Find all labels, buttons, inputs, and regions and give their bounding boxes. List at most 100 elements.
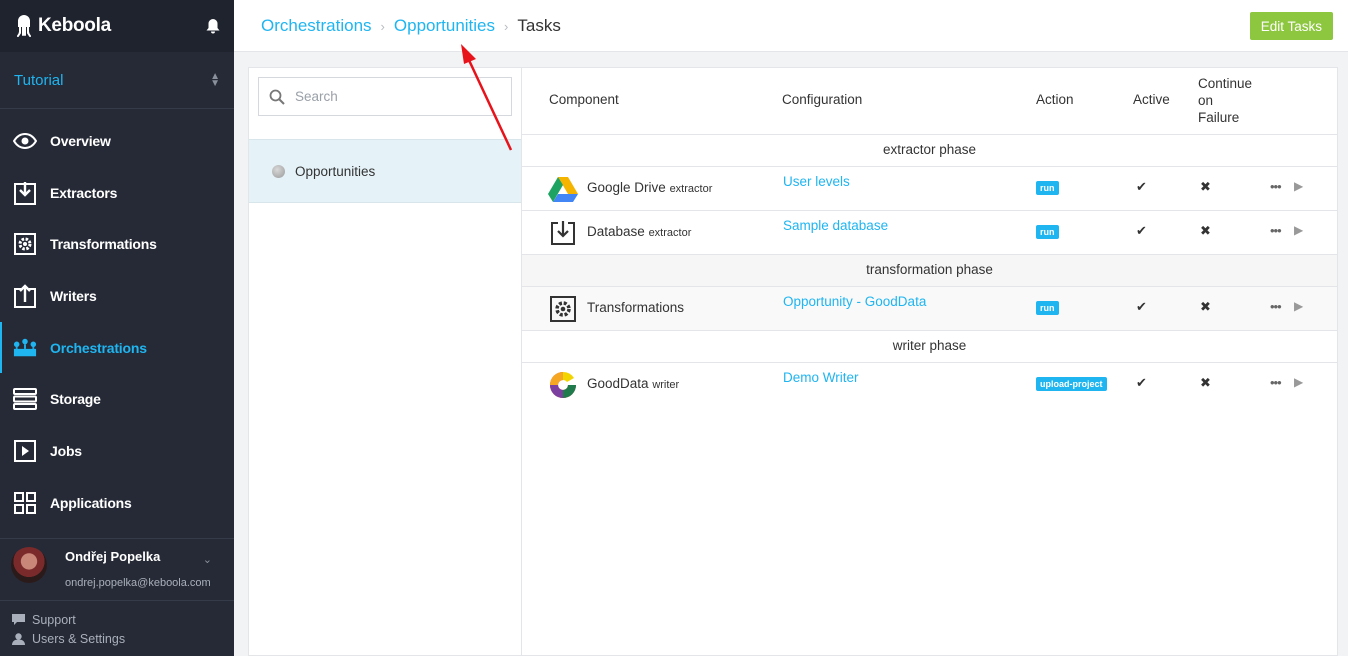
component-name[interactable]: Transformations <box>587 300 684 315</box>
extract-icon <box>13 181 37 205</box>
settings-label: Users & Settings <box>32 631 126 646</box>
component-name[interactable]: GoodData writer <box>587 376 679 391</box>
col-continue-l2: on <box>1198 93 1214 108</box>
action-badge: run <box>1036 181 1059 195</box>
cross-icon: ✖ <box>1200 299 1211 314</box>
user-icon <box>12 632 25 645</box>
breadcrumb-orchestrations[interactable]: Orchestrations <box>261 16 372 35</box>
table-row: Transformations Opportunity - GoodData r… <box>522 287 1337 331</box>
nav-item-jobs[interactable]: Jobs <box>0 425 234 477</box>
user-menu[interactable]: Ondřej Popelka ondrej.popelka@keboola.co… <box>0 538 234 601</box>
edit-tasks-button[interactable]: Edit Tasks <box>1249 12 1333 40</box>
play-box-icon <box>13 439 37 463</box>
nav-item-storage[interactable]: Storage <box>0 373 234 425</box>
more-icon[interactable]: ••• <box>1270 299 1282 314</box>
bell-icon[interactable] <box>206 18 220 34</box>
run-icon[interactable]: ▶ <box>1294 223 1303 237</box>
col-continue-on-failure: Continue on Failure <box>1198 75 1252 126</box>
sidebar: Keboola Tutorial ▲ ▼ Overview Extractors … <box>0 0 234 656</box>
nav-item-orchestrations[interactable]: Orchestrations <box>0 321 234 374</box>
col-active: Active <box>1133 92 1170 107</box>
chevron-down-icon: ⌄ <box>202 554 212 566</box>
project-switcher[interactable]: Tutorial ▲ ▼ <box>0 52 234 109</box>
nav-item-writers[interactable]: Writers <box>0 270 234 322</box>
component-type: writer <box>652 379 680 391</box>
chevron-updown-icon: ▲ ▼ <box>210 71 220 89</box>
component-label: Database <box>587 224 645 239</box>
nav-label: Storage <box>50 391 101 408</box>
breadcrumb-separator-icon: › <box>380 18 385 34</box>
component-type: extractor <box>669 183 713 195</box>
page-header: Orchestrations › Opportunities › Tasks Edit … <box>234 0 1348 52</box>
user-email: ondrej.popelka@keboola.com <box>65 577 211 589</box>
col-action: Action <box>1036 92 1074 107</box>
nav-label: Transformations <box>50 236 157 253</box>
orchestration-icon <box>13 336 37 360</box>
component-name[interactable]: Database extractor <box>587 224 691 239</box>
action-badge: run <box>1036 225 1059 239</box>
storage-icon <box>13 387 37 411</box>
check-icon: ✔ <box>1136 299 1147 314</box>
action-badge: upload-project <box>1036 377 1107 391</box>
component-type: extractor <box>648 227 692 239</box>
configuration-link[interactable]: Demo Writer <box>783 370 859 385</box>
configuration-link[interactable]: Opportunity - GoodData <box>783 294 926 309</box>
nav-label: Writers <box>50 287 97 304</box>
nav-item-transformations[interactable]: Transformations <box>0 218 234 270</box>
nav-item-applications[interactable]: Applications <box>0 477 234 529</box>
nav-label: Extractors <box>50 184 118 201</box>
database-extract-icon <box>548 219 578 247</box>
avatar <box>11 547 47 583</box>
footer-links: Support Users & Settings <box>12 610 125 648</box>
cross-icon: ✖ <box>1200 375 1211 390</box>
check-icon: ✔ <box>1136 179 1147 194</box>
component-name[interactable]: Google Drive extractor <box>587 180 712 195</box>
nav-label: Orchestrations <box>50 339 147 356</box>
check-icon: ✔ <box>1136 375 1147 390</box>
configuration-link[interactable]: User levels <box>783 174 850 189</box>
transformation-cog-icon <box>548 295 578 323</box>
project-name: Tutorial <box>14 71 64 89</box>
orchestration-item-opportunities[interactable]: Opportunities <box>249 139 521 203</box>
cross-icon: ✖ <box>1200 223 1211 238</box>
phase-header: transformation phase <box>522 255 1337 287</box>
col-component: Component <box>549 92 619 107</box>
col-configuration: Configuration <box>782 92 863 107</box>
upload-icon <box>13 284 37 308</box>
brand-logo[interactable]: Keboola <box>16 15 111 37</box>
breadcrumb-separator-icon: › <box>504 18 509 34</box>
run-icon[interactable]: ▶ <box>1294 299 1303 313</box>
search-icon <box>269 89 285 105</box>
table-row: Database extractor Sample database run ✔… <box>522 211 1337 255</box>
support-label: Support <box>32 612 76 627</box>
eye-icon <box>13 129 37 153</box>
support-link[interactable]: Support <box>12 610 125 629</box>
nav-label: Applications <box>50 494 132 511</box>
nav-item-extractors[interactable]: Extractors <box>0 167 234 219</box>
component-label: Transformations <box>587 300 685 315</box>
component-label: GoodData <box>587 376 649 391</box>
search-input[interactable] <box>295 89 495 104</box>
run-icon[interactable]: ▶ <box>1294 375 1303 389</box>
breadcrumb-opportunities[interactable]: Opportunities <box>394 16 495 35</box>
status-dot-icon <box>272 164 285 178</box>
configuration-link[interactable]: Sample database <box>783 218 888 233</box>
more-icon[interactable]: ••• <box>1270 179 1282 194</box>
more-icon[interactable]: ••• <box>1270 375 1282 390</box>
nav-item-overview[interactable]: Overview <box>0 115 234 167</box>
settings-link[interactable]: Users & Settings <box>12 629 125 648</box>
table-row: Google Drive extractor User levels run ✔… <box>522 167 1337 211</box>
check-icon: ✔ <box>1136 223 1147 238</box>
search-box[interactable] <box>258 77 512 116</box>
cross-icon: ✖ <box>1200 179 1211 194</box>
keboola-logo-icon <box>17 15 31 37</box>
phase-header: extractor phase <box>522 135 1337 167</box>
more-icon[interactable]: ••• <box>1270 223 1282 238</box>
run-icon[interactable]: ▶ <box>1294 179 1303 193</box>
component-label: Google Drive <box>587 180 666 195</box>
breadcrumb: Orchestrations › Opportunities › Tasks <box>261 16 561 36</box>
nav-label: Overview <box>50 132 111 149</box>
brand-name: Keboola <box>38 15 111 36</box>
action-badge: run <box>1036 301 1059 315</box>
table-header: Component Configuration Action Active Co… <box>522 68 1337 135</box>
